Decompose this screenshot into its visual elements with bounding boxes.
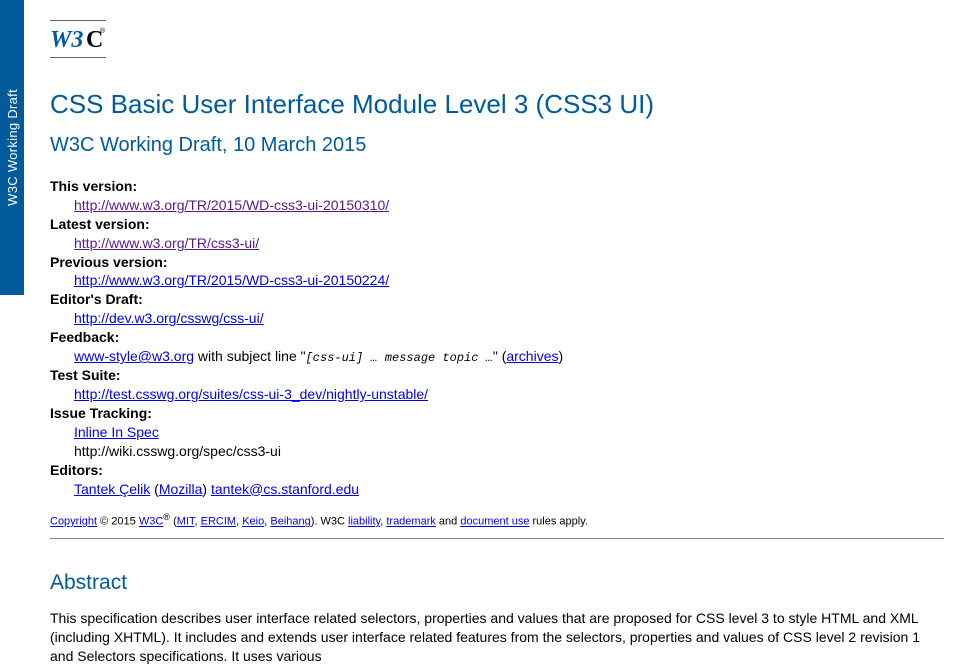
feedback-subject-code: [css-ui] … message topic … (306, 351, 493, 365)
feedback-archives-link[interactable]: archives (506, 348, 558, 364)
copyright-mit-link[interactable]: MIT (177, 516, 195, 528)
copyright-liability-link[interactable]: liability (348, 516, 380, 528)
copyright-line: Copyright © 2015 W3C® (MIT, ERCIM, Keio,… (50, 512, 944, 528)
editors-draft-label: Editor's Draft: (50, 290, 944, 309)
document-subtitle: W3C Working Draft, 10 March 2015 (50, 134, 944, 157)
copyright-keio-link[interactable]: Keio (242, 516, 264, 528)
issue-tracking-wiki: http://wiki.csswg.org/spec/css3-ui (74, 443, 281, 459)
copyright-ercim-link[interactable]: ERCIM (201, 516, 236, 528)
editors-value: Tantek Çelik (Mozilla) tantek@cs.stanfor… (74, 480, 944, 499)
editor-email-link[interactable]: tantek@cs.stanford.edu (211, 481, 359, 497)
latest-version-link[interactable]: http://www.w3.org/TR/css3-ui/ (74, 235, 259, 251)
editor-rp: ) (202, 481, 211, 497)
feedback-text1: with subject line " (194, 348, 306, 364)
document-title: CSS Basic User Interface Module Level 3 … (50, 89, 944, 120)
previous-version-label: Previous version: (50, 253, 944, 272)
feedback-label: Feedback: (50, 328, 944, 347)
editor-name-link[interactable]: Tantek Çelik (74, 481, 150, 497)
w3c-logo-link[interactable]: W3 C ® (50, 20, 106, 58)
editors-draft-link[interactable]: http://dev.w3.org/csswg/css-ui/ (74, 310, 264, 326)
abstract-heading: Abstract (50, 571, 944, 595)
feedback-text3: ) (559, 348, 564, 364)
svg-text:®: ® (100, 27, 106, 35)
copyright-trademark-link[interactable]: trademark (386, 516, 436, 528)
test-suite-label: Test Suite: (50, 366, 944, 385)
issue-tracking-label: Issue Tracking: (50, 404, 944, 423)
copyright-link[interactable]: Copyright (50, 516, 97, 528)
w3c-logo-icon: W3 C ® (50, 25, 106, 53)
svg-text:W3: W3 (50, 27, 83, 53)
status-sidebar: W3C Working Draft (0, 0, 24, 295)
test-suite-link[interactable]: http://test.csswg.org/suites/css-ui-3_de… (74, 386, 428, 402)
copyright-docuse-link[interactable]: document use (460, 516, 529, 528)
metadata-list: This version: http://www.w3.org/TR/2015/… (50, 177, 944, 498)
header-divider (50, 538, 944, 539)
feedback-email-link[interactable]: www-style@w3.org (74, 348, 194, 364)
feedback-value: www-style@w3.org with subject line "[css… (74, 347, 944, 366)
editors-label: Editors: (50, 461, 944, 480)
main-content: W3 C ® CSS Basic User Interface Module L… (50, 0, 944, 666)
abstract-body: This specification describes user interf… (50, 609, 944, 666)
copyright-beihang-link[interactable]: Beihang (270, 516, 310, 528)
editor-affiliation-link[interactable]: Mozilla (159, 481, 203, 497)
this-version-link[interactable]: http://www.w3.org/TR/2015/WD-css3-ui-201… (74, 197, 389, 213)
previous-version-link[interactable]: http://www.w3.org/TR/2015/WD-css3-ui-201… (74, 272, 389, 288)
this-version-label: This version: (50, 177, 944, 196)
copyright-w3c-link[interactable]: W3C (139, 516, 163, 528)
editor-lp: ( (150, 481, 159, 497)
issue-tracking-inline-link[interactable]: Inline In Spec (74, 424, 159, 440)
status-sidebar-label: W3C Working Draft (5, 89, 20, 206)
latest-version-label: Latest version: (50, 215, 944, 234)
feedback-text2: " ( (493, 348, 507, 364)
